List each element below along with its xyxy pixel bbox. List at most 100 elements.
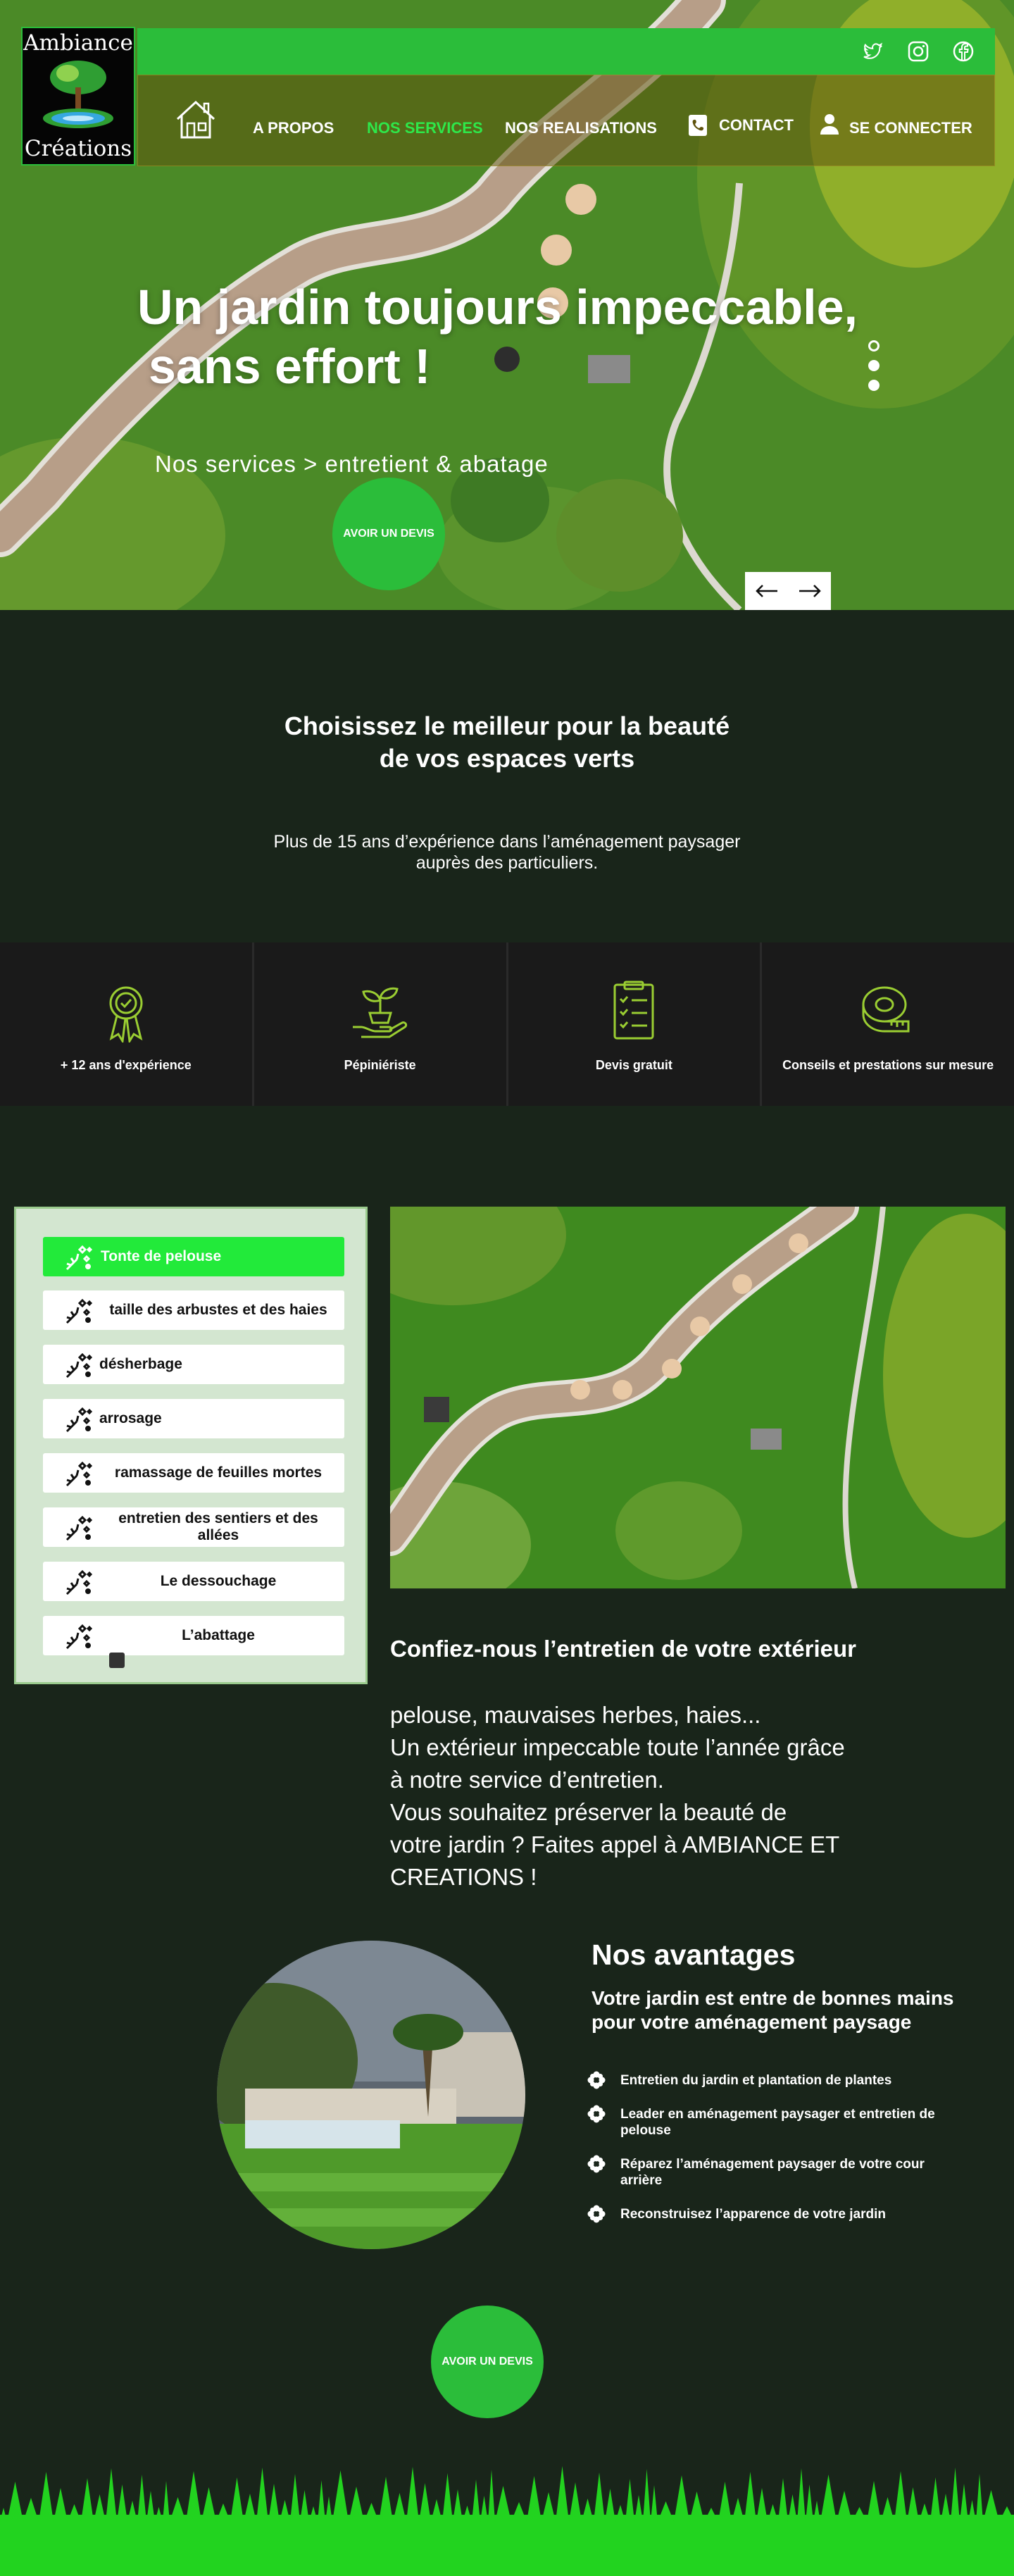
flower-bullet-icon <box>587 2105 606 2123</box>
measuring-tape-icon <box>862 986 910 1033</box>
service-item-mowing[interactable]: Tonte de pelouse <box>43 1237 344 1276</box>
service-item-watering[interactable]: arrosage <box>43 1399 344 1438</box>
user-icon <box>819 112 840 136</box>
grass-footer-decoration <box>0 2466 1014 2576</box>
service-item-hedges[interactable]: taille des arbustes et des haies <box>43 1290 344 1330</box>
checklist-icon <box>613 981 654 1040</box>
advantage-item: Réparez l’aménagement paysager de votre … <box>587 2155 968 2189</box>
features-strip: + 12 ans d'expérience Pépiniériste Devis… <box>0 942 1014 1106</box>
feature-free-quote: Devis gratuit <box>508 942 760 1106</box>
flower-tool-icon <box>65 1245 93 1271</box>
slider-dot-1[interactable] <box>868 340 880 351</box>
instagram-icon[interactable] <box>906 39 930 63</box>
tree-pool-logo-icon <box>43 60 113 128</box>
hero-title-line2: sans effort ! <box>149 339 431 394</box>
service-item-paths[interactable]: entretien des sentiers et des allées <box>43 1507 344 1547</box>
home-icon[interactable] <box>173 97 218 142</box>
feature-label: Devis gratuit <box>595 1058 672 1072</box>
intro-text-line2: auprès des particuliers. <box>415 853 599 873</box>
advantage-item: Leader en aménagement paysager et entret… <box>587 2105 968 2139</box>
slider-arrows <box>745 572 831 610</box>
award-ribbon-icon <box>109 986 143 1043</box>
advantage-text: Entretien du jardin et plantation de pla… <box>620 2073 892 2088</box>
service-label: désherbage <box>99 1356 182 1372</box>
feature-label: Pépiniériste <box>344 1058 416 1072</box>
flower-tool-icon <box>65 1407 93 1433</box>
service-label: Le dessouchage <box>160 1573 277 1589</box>
flower-bullet-icon <box>587 2071 606 2089</box>
service-label: entretien des sentiers et des allées <box>118 1510 318 1543</box>
feature-experience: + 12 ans d'expérience <box>0 942 252 1106</box>
nav-link-about[interactable]: A PROPOS <box>253 119 334 137</box>
service-item-weeding[interactable]: désherbage <box>43 1345 344 1384</box>
advantages-title: Nos avantages <box>592 1939 796 1971</box>
service-item-felling[interactable]: L’abattage <box>43 1616 344 1668</box>
intro-title-line1: Choisissez le meilleur pour la beauté <box>284 711 730 740</box>
advantage-text: Reconstruisez l’apparence de votre jardi… <box>620 2207 886 2222</box>
intro-text-line1: Plus de 15 ans d’expérience dans l’aména… <box>273 832 741 852</box>
services-description: pelouse, mauvaises herbes, haies... Un e… <box>390 1699 897 1893</box>
flower-tool-icon <box>65 1624 93 1650</box>
qr-badge-icon <box>109 1653 125 1668</box>
services-text-line: CREATIONS ! <box>390 1864 537 1890</box>
intro-title-line2: de vos espaces verts <box>379 744 635 773</box>
slider-dot-2[interactable] <box>868 360 880 371</box>
feature-nursery: Pépiniériste <box>254 942 506 1106</box>
main-navigation: A PROPOS NOS SERVICES NOS REALISATIONS C… <box>137 75 995 166</box>
flower-bullet-icon <box>587 2155 606 2173</box>
slider-dot-3[interactable] <box>868 380 880 391</box>
slider-pagination <box>868 340 880 391</box>
intro-text: Plus de 15 ans d’expérience dans l’aména… <box>0 831 1014 873</box>
service-item-stump[interactable]: Le dessouchage <box>43 1562 344 1601</box>
services-title: Confiez-nous l’entretien de votre extéri… <box>390 1636 856 1662</box>
feature-label: Conseils et prestations sur mesure <box>782 1058 994 1072</box>
hero-title: Un jardin toujours impeccable, sans effo… <box>137 278 858 396</box>
advantage-item: Entretien du jardin et plantation de pla… <box>587 2071 968 2089</box>
services-text-line: Vous souhaitez préserver la beauté de <box>390 1799 787 1825</box>
flower-tool-icon <box>65 1298 93 1324</box>
service-label: taille des arbustes et des haies <box>109 1302 327 1318</box>
intro-title: Choisissez le meilleur pour la beauté de… <box>0 710 1014 775</box>
advantages-list: Entretien du jardin et plantation de pla… <box>587 2071 968 2240</box>
advantage-text: Réparez l’aménagement paysager de votre … <box>620 2157 925 2188</box>
flower-tool-icon <box>65 1461 93 1487</box>
services-menu: Tonte de pelouse taille des arbustes et … <box>14 1207 368 1684</box>
advantages-quote-button[interactable]: AVOIR UN DEVIS <box>431 2306 544 2418</box>
service-item-leaves[interactable]: ramassage de feuilles mortes <box>43 1453 344 1493</box>
services-text-line: votre jardin ? Faites appel à AMBIANCE E… <box>390 1831 840 1858</box>
service-label: Tonte de pelouse <box>101 1248 222 1264</box>
social-links <box>861 39 975 63</box>
advantage-text: Leader en aménagement paysager et entret… <box>620 2107 935 2138</box>
brand-logo-line2: Créations <box>24 136 132 161</box>
twitter-icon[interactable] <box>861 39 885 63</box>
facebook-icon[interactable] <box>951 39 975 63</box>
services-text-line: Un extérieur impeccable toute l’année gr… <box>390 1734 845 1760</box>
advantages-subtitle: Votre jardin est entre de bonnes mains p… <box>592 1987 954 2033</box>
hero-section: Ambiance Créations A PROPOS NOS SERVICES… <box>0 0 1014 610</box>
arrow-right-icon[interactable] <box>788 572 831 610</box>
flower-tool-icon <box>65 1352 93 1379</box>
arrow-left-icon[interactable] <box>745 572 788 610</box>
services-text-line: pelouse, mauvaises herbes, haies... <box>390 1702 761 1728</box>
nav-link-services[interactable]: NOS SERVICES <box>367 119 483 137</box>
flower-tool-icon <box>65 1569 93 1595</box>
advantage-item: Reconstruisez l’apparence de votre jardi… <box>587 2205 968 2223</box>
brand-logo-line1: Ambiance <box>23 30 133 56</box>
hero-quote-button[interactable]: AVOIR UN DEVIS <box>332 478 445 590</box>
flower-bullet-icon <box>587 2205 606 2223</box>
nav-link-login[interactable]: SE CONNECTER <box>849 119 972 137</box>
top-social-bar <box>137 28 995 75</box>
service-label: arrosage <box>99 1410 162 1426</box>
hero-breadcrumb: Nos services > entretient & abatage <box>155 451 549 477</box>
service-label: ramassage de feuilles mortes <box>114 1464 323 1481</box>
brand-logo[interactable]: Ambiance Créations <box>21 27 135 166</box>
services-text-line: à notre service d’entretien. <box>390 1767 664 1793</box>
garden-aerial-image <box>390 1207 1006 1588</box>
hero-title-line1: Un jardin toujours impeccable, <box>137 280 858 335</box>
nav-link-contact[interactable]: CONTACT <box>719 116 794 135</box>
service-label: L’abattage <box>182 1627 255 1643</box>
flower-tool-icon <box>65 1515 93 1541</box>
nav-link-realisations[interactable]: NOS REALISATIONS <box>505 119 657 137</box>
lawn-pool-photo <box>217 1941 525 2249</box>
feature-label: + 12 ans d'expérience <box>60 1058 192 1072</box>
